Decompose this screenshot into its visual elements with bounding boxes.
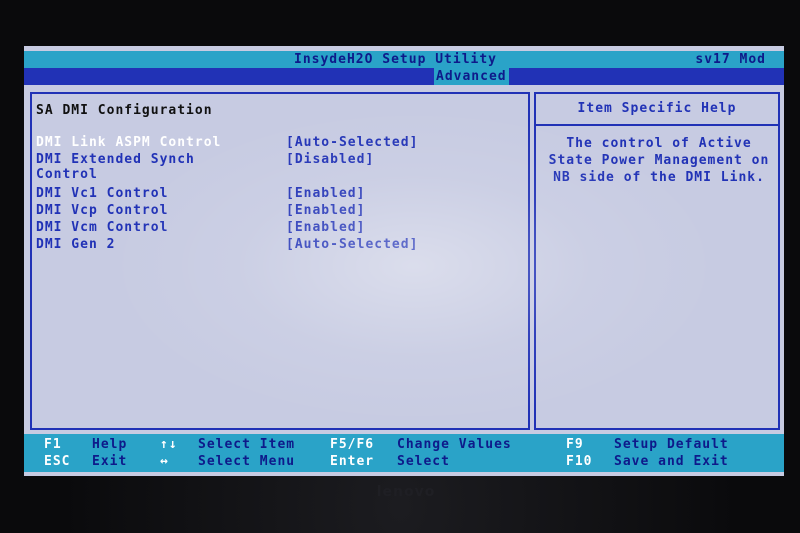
setting-value[interactable]: [Auto-Selected] (286, 237, 418, 252)
setting-value[interactable]: [Disabled] (286, 152, 374, 167)
bios-screen: InsydeH2O Setup Utility sv17 Mod Advance… (24, 46, 784, 476)
key-enter-desc: Select (397, 454, 450, 469)
key-legend-bar: F1 Help ↑↓ Select Item F5/F6 Change Valu… (24, 434, 784, 472)
setting-label: DMI Vcm Control (36, 220, 169, 235)
setting-label-line2: Control (36, 167, 98, 182)
setting-label: DMI Extended Synch Control (36, 152, 195, 182)
key-f5-f6: F5/F6 (330, 437, 375, 452)
key-up-down-desc: Select Item (198, 437, 296, 452)
setting-label: DMI Link ASPM Control (36, 135, 222, 150)
lenovo-logo: lenovo (376, 484, 436, 500)
key-f5-f6-desc: Change Values (397, 437, 512, 452)
key-f10: F10 (566, 454, 593, 469)
key-up-down-arrows: ↑↓ (160, 437, 178, 452)
key-esc-desc: Exit (92, 454, 128, 469)
key-esc: ESC (44, 454, 71, 469)
section-title: SA DMI Configuration (36, 103, 213, 118)
help-panel: Item Specific Help The control of Active… (534, 92, 780, 430)
setting-label: DMI Vc1 Control (36, 186, 169, 201)
setting-value[interactable]: [Enabled] (286, 186, 365, 201)
help-line: The control of Active (566, 136, 752, 151)
title-bar: InsydeH2O Setup Utility sv17 Mod (24, 51, 784, 68)
tab-advanced[interactable]: Advanced (434, 68, 509, 85)
key-f1: F1 (44, 437, 62, 452)
model-label: sv17 Mod (695, 52, 766, 67)
key-left-right-arrows: ↔ (160, 454, 169, 469)
key-f9-desc: Setup Default (614, 437, 729, 452)
setting-label: DMI Gen 2 (36, 237, 116, 252)
settings-panel: SA DMI Configuration DMI Link ASPM Contr… (30, 92, 530, 430)
key-f9: F9 (566, 437, 584, 452)
setting-label: DMI Vcp Control (36, 203, 169, 218)
help-title: Item Specific Help (536, 94, 778, 126)
key-enter: Enter (330, 454, 375, 469)
setting-value[interactable]: [Auto-Selected] (286, 135, 418, 150)
setting-value[interactable]: [Enabled] (286, 203, 365, 218)
key-f10-desc: Save and Exit (614, 454, 729, 469)
help-line: State Power Management on (548, 153, 770, 168)
key-f1-desc: Help (92, 437, 128, 452)
menu-bar: Advanced (24, 68, 784, 85)
key-left-right-desc: Select Menu (198, 454, 296, 469)
help-line: NB side of the DMI Link. (553, 170, 765, 185)
setting-value[interactable]: [Enabled] (286, 220, 365, 235)
app-title: InsydeH2O Setup Utility (294, 52, 498, 67)
setting-label-line1: DMI Extended Synch (36, 152, 195, 167)
help-text: The control of Active State Power Manage… (539, 135, 779, 186)
